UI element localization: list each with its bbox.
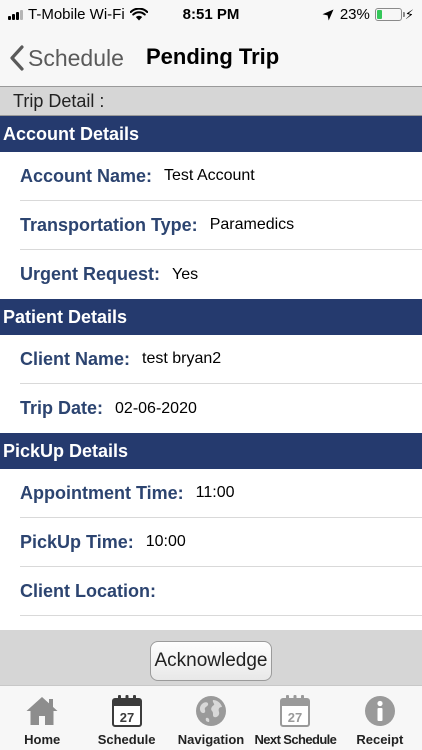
detail-label: Client Name: <box>20 348 131 369</box>
detail-value: 10:00 <box>145 533 186 550</box>
status-right: 23% ⚡︎ <box>322 6 414 23</box>
tab-label: Receipt <box>356 732 404 747</box>
wifi-icon <box>129 8 148 21</box>
trip-detail-content: Account Details Account Name: Test Accou… <box>0 116 422 616</box>
back-button-label: Schedule <box>28 44 124 71</box>
acknowledge-button[interactable]: Acknowledge <box>150 641 272 681</box>
acknowledge-bar: Acknowledge <box>0 630 422 685</box>
detail-row-trip-date: Trip Date: 02-06-2020 <box>20 384 422 433</box>
detail-row-urgent-request: Urgent Request: Yes <box>20 250 422 299</box>
section-header-patient: Patient Details <box>0 299 422 335</box>
info-icon <box>364 696 395 726</box>
tab-home[interactable]: Home <box>0 686 84 750</box>
tab-navigation[interactable]: Navigation <box>169 686 253 750</box>
detail-label: Account Name: <box>20 165 153 186</box>
detail-label: Client Location: <box>20 580 156 601</box>
tab-schedule[interactable]: 27 Schedule <box>84 686 168 750</box>
detail-label: Appointment Time: <box>20 482 184 503</box>
detail-value: test bryan2 <box>142 350 222 367</box>
svg-text:27: 27 <box>288 710 302 725</box>
svg-text:27: 27 <box>119 710 133 725</box>
calendar-icon: 27 <box>111 695 142 727</box>
detail-label: Trip Date: <box>20 398 104 418</box>
detail-row-appointment-time: Appointment Time: 11:00 <box>20 469 422 518</box>
detail-label: Urgent Request: <box>20 264 161 284</box>
detail-label: PickUp Time: <box>20 531 134 552</box>
detail-value: Paramedics <box>209 216 295 233</box>
status-bar: T-Mobile Wi-Fi 8:51 PM 23% ⚡︎ <box>0 0 422 30</box>
detail-row-client-name: Client Name: test bryan2 <box>20 335 422 384</box>
tab-label: Schedule <box>97 732 156 747</box>
globe-icon <box>196 696 227 726</box>
tab-next-schedule[interactable]: 27 Next Schedule <box>253 686 337 750</box>
battery-percent: 23% <box>339 6 370 23</box>
tab-label: Next Schedule <box>254 732 337 747</box>
chevron-left-icon <box>10 45 24 71</box>
detail-value: 02-06-2020 <box>115 399 197 417</box>
detail-row-transportation-type: Transportation Type: Paramedics <box>20 201 422 250</box>
charging-bolt-icon: ⚡︎ <box>404 6 414 22</box>
detail-value: Yes <box>172 265 199 283</box>
section-header-pickup: PickUp Details <box>0 433 422 469</box>
detail-row-client-location: Client Location: <box>20 567 422 616</box>
carrier-label: T-Mobile Wi-Fi <box>28 6 125 23</box>
home-icon <box>26 697 58 725</box>
tab-label: Home <box>24 732 61 747</box>
page-title: Pending Trip <box>146 44 280 69</box>
calendar-icon: 27 <box>280 695 311 727</box>
tab-receipt[interactable]: Receipt <box>338 686 422 750</box>
trip-detail-header: Trip Detail : <box>0 86 422 116</box>
battery-fill <box>376 10 383 19</box>
tab-bar: Home 27 Schedule Navigation 27 Next Sche… <box>0 685 422 750</box>
section-header-account: Account Details <box>0 116 422 152</box>
location-arrow-icon <box>322 9 334 20</box>
detail-label: Transportation Type: <box>20 214 198 235</box>
detail-row-account-name: Account Name: Test Account <box>20 152 422 201</box>
detail-row-pickup-time: PickUp Time: 10:00 <box>20 518 422 567</box>
battery-icon <box>374 8 405 21</box>
back-button[interactable]: Schedule <box>10 38 124 78</box>
detail-value: 11:00 <box>195 484 235 501</box>
navigation-bar: Schedule Pending Trip <box>0 30 422 86</box>
tab-label: Navigation <box>177 732 245 747</box>
detail-value: Test Account <box>164 167 255 184</box>
signal-icon <box>8 9 24 20</box>
status-left: T-Mobile Wi-Fi <box>8 6 148 23</box>
